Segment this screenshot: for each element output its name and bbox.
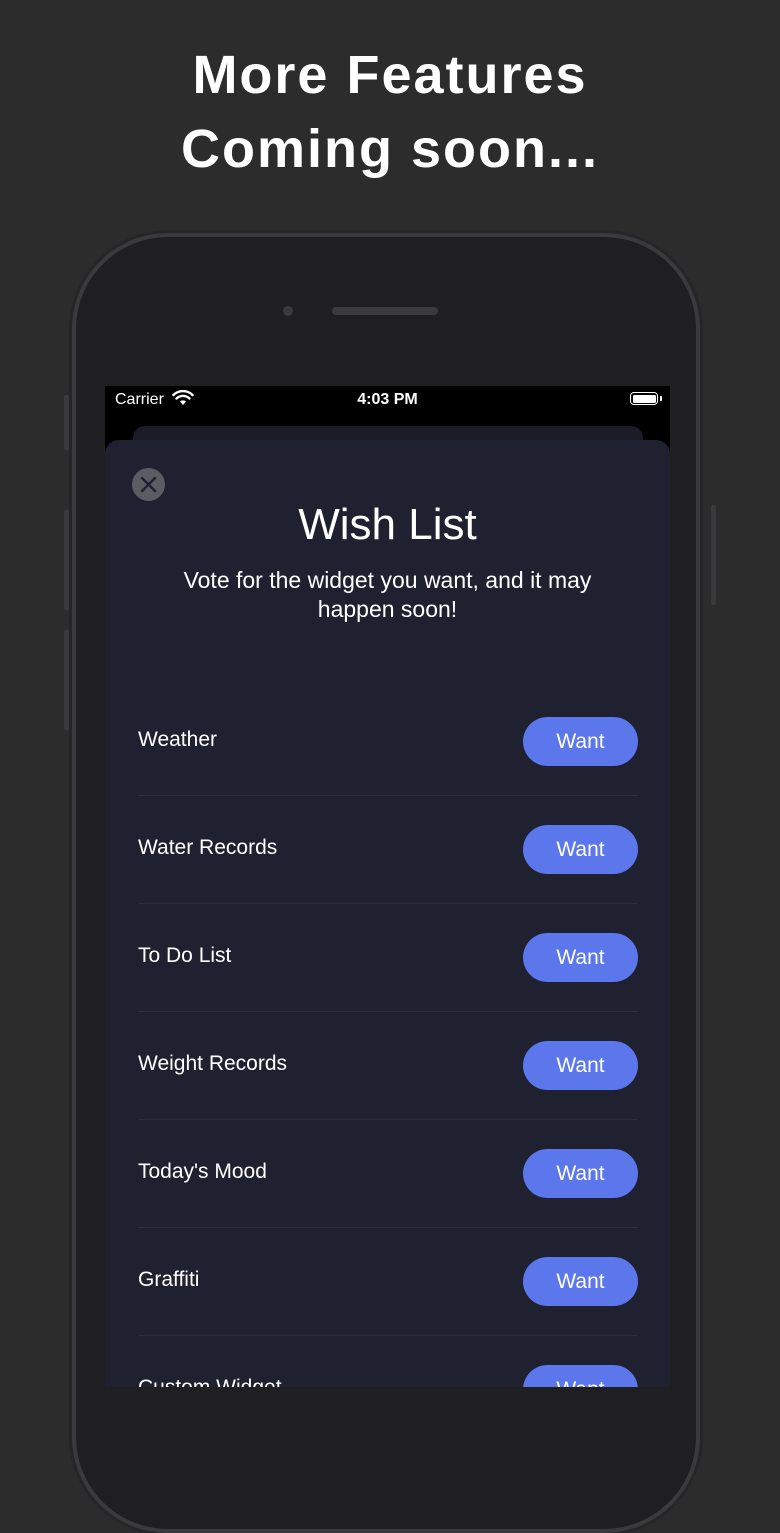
wish-item-label: Weather: [138, 728, 217, 751]
list-item: Custom Widget Want: [138, 1336, 638, 1387]
list-item: Weight Records Want: [138, 1012, 638, 1120]
battery-icon: [630, 392, 658, 405]
battery-cap: [660, 396, 662, 401]
want-button[interactable]: Want: [523, 1041, 638, 1090]
want-button[interactable]: Want: [523, 1149, 638, 1198]
want-button[interactable]: Want: [523, 1365, 638, 1387]
wish-item-label: Weight Records: [138, 1052, 288, 1075]
list-item: Water Records Want: [138, 796, 638, 904]
list-item: Today's Mood Want: [138, 1120, 638, 1228]
sheet-title: Wish List: [298, 500, 477, 549]
phone-mute-switch: [64, 395, 69, 450]
list-item: To Do List Want: [138, 904, 638, 1012]
want-button[interactable]: Want: [523, 825, 638, 874]
wish-list-sheet: Wish List Vote for the widget you want, …: [105, 440, 670, 1387]
phone-power-button: [711, 505, 716, 605]
want-button[interactable]: Want: [523, 1257, 638, 1306]
wish-item-label: To Do List: [138, 944, 232, 967]
phone-volume-up: [64, 510, 69, 610]
headline-line-2: Coming soon...: [181, 119, 599, 179]
status-bar: Carrier 4:03 PM: [105, 386, 670, 416]
want-button[interactable]: Want: [523, 717, 638, 766]
front-camera: [283, 306, 293, 316]
list-item: Weather Want: [138, 688, 638, 796]
close-button[interactable]: [132, 468, 165, 501]
close-icon: [140, 476, 157, 493]
list-item: Graffiti Want: [138, 1228, 638, 1336]
wish-item-label: Custom Widget: [138, 1376, 282, 1387]
phone-screen: Carrier 4:03 PM Wish List Vote for the w…: [105, 386, 670, 1387]
headline-line-1: More Features: [192, 45, 588, 105]
sheet-subtitle: Vote for the widget you want, and it may…: [183, 567, 592, 622]
wish-item-label: Water Records: [138, 836, 278, 859]
wish-list: Weather Want Water Records Want To Do Li…: [138, 688, 638, 1387]
earpiece-speaker: [332, 307, 438, 315]
want-button[interactable]: Want: [523, 933, 638, 982]
status-time: 4:03 PM: [357, 391, 418, 408]
phone-volume-down: [64, 630, 69, 730]
wish-item-label: Today's Mood: [138, 1160, 267, 1183]
wish-item-label: Graffiti: [138, 1268, 200, 1291]
